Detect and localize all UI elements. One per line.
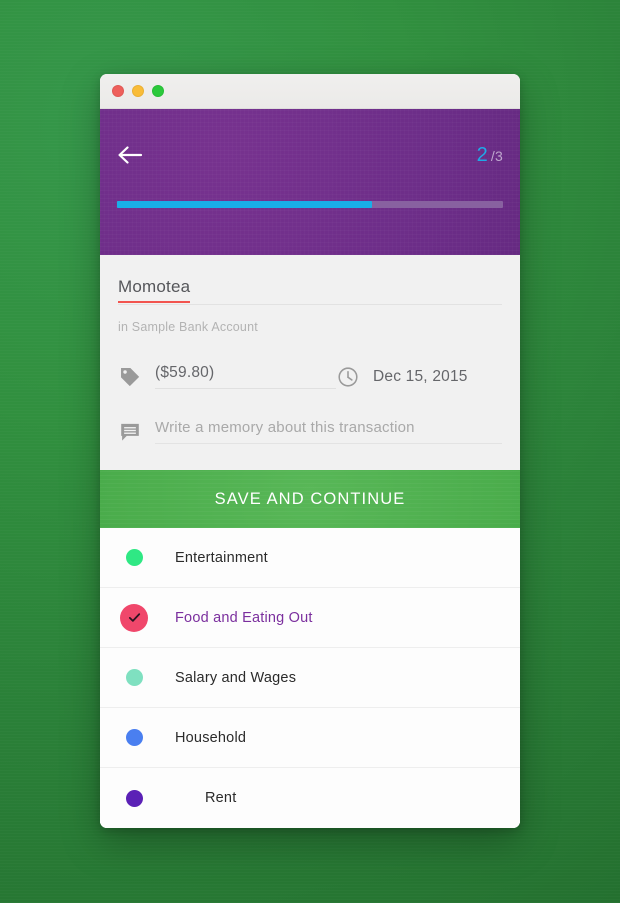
step-current: 2 xyxy=(476,143,488,166)
category-color-dot xyxy=(125,729,143,746)
window-controls xyxy=(112,85,164,97)
progress-bar-fill xyxy=(117,201,372,208)
category-item-entertainment[interactable]: Entertainment xyxy=(100,528,520,588)
category-item-salary-and-wages[interactable]: Salary and Wages xyxy=(100,648,520,708)
category-label: Salary and Wages xyxy=(175,669,297,686)
back-button[interactable] xyxy=(117,140,151,170)
payee-divider xyxy=(118,304,502,305)
date-input[interactable]: Dec 15, 2015 xyxy=(373,368,502,386)
category-bullet-wrap xyxy=(118,549,150,566)
clock-icon xyxy=(336,365,360,389)
category-item-food-and-eating-out[interactable]: Food and Eating Out xyxy=(100,588,520,648)
amount-field-group: ($59.80) xyxy=(118,364,336,389)
comment-icon xyxy=(118,420,142,444)
step-total-group: /3 xyxy=(491,148,503,164)
app-window: 2 /3 Momotea in Sample Bank Account ($59… xyxy=(100,74,520,828)
category-label: Rent xyxy=(205,790,237,806)
minimize-button[interactable] xyxy=(132,85,144,97)
category-bullet-wrap xyxy=(118,729,150,746)
close-button[interactable] xyxy=(112,85,124,97)
amount-input[interactable]: ($59.80) xyxy=(155,364,336,389)
check-icon xyxy=(128,613,140,622)
category-color-dot xyxy=(125,789,143,807)
step-counter: 2 /3 xyxy=(477,144,503,167)
category-selected-check xyxy=(120,603,148,632)
account-label: in Sample Bank Account xyxy=(118,320,258,334)
category-item-household[interactable]: Household xyxy=(100,708,520,768)
category-label: Household xyxy=(175,729,247,746)
arrow-left-icon xyxy=(118,146,143,164)
memo-input[interactable]: Write a memory about this transaction xyxy=(155,419,502,444)
memo-row: Write a memory about this transaction xyxy=(118,419,502,444)
category-item-rent[interactable]: Rent xyxy=(100,768,520,828)
date-field-group: Dec 15, 2015 xyxy=(336,365,502,389)
progress-bar[interactable] xyxy=(117,201,503,208)
price-tag-icon xyxy=(118,365,142,389)
category-bullet-wrap xyxy=(118,669,150,686)
step-total: 3 xyxy=(495,147,503,164)
transaction-detail-panel: Momotea in Sample Bank Account ($59.80) xyxy=(100,255,520,470)
maximize-button[interactable] xyxy=(152,85,164,97)
category-color-dot xyxy=(125,669,143,686)
amount-date-row: ($59.80) Dec 15, 2015 xyxy=(118,364,502,389)
category-bullet-wrap xyxy=(118,789,150,807)
payee-row: Momotea xyxy=(118,277,502,305)
payee-field[interactable]: Momotea xyxy=(118,277,191,303)
header-top-row: 2 /3 xyxy=(115,109,505,201)
category-label: Food and Eating Out xyxy=(175,609,313,626)
app-header: 2 /3 xyxy=(100,109,520,255)
category-bullet-wrap xyxy=(118,603,150,632)
window-titlebar xyxy=(100,74,520,109)
save-and-continue-button[interactable]: SAVE AND CONTINUE xyxy=(100,470,520,528)
category-label: Entertainment xyxy=(175,549,268,566)
category-list: Entertainment Food and Eating Out Salary… xyxy=(100,528,520,828)
category-color-dot xyxy=(125,549,143,566)
